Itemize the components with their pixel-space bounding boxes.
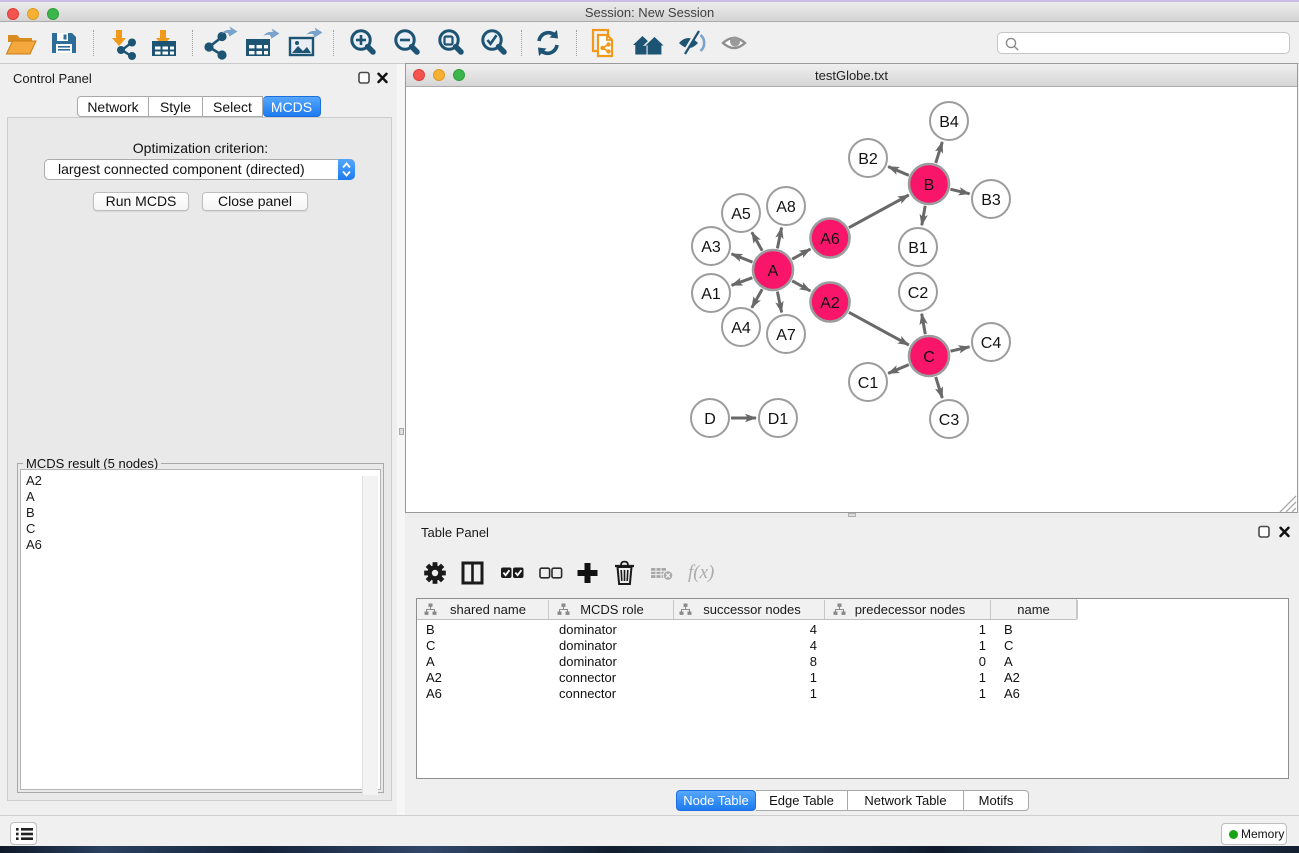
svg-text:C: C (923, 349, 935, 366)
svg-text:A: A (768, 263, 779, 280)
svg-text:A6: A6 (820, 231, 840, 248)
svg-text:A5: A5 (731, 206, 751, 223)
svg-text:B4: B4 (939, 114, 959, 131)
svg-text:B3: B3 (981, 192, 1001, 209)
svg-text:C2: C2 (908, 285, 929, 302)
svg-text:A2: A2 (820, 295, 840, 312)
svg-text:C4: C4 (981, 335, 1002, 352)
svg-text:A3: A3 (701, 239, 721, 256)
svg-text:B2: B2 (858, 151, 878, 168)
svg-text:D1: D1 (768, 411, 789, 428)
svg-text:B1: B1 (908, 240, 928, 257)
svg-text:D: D (704, 411, 716, 428)
svg-text:A1: A1 (701, 286, 721, 303)
svg-text:A7: A7 (776, 327, 796, 344)
svg-text:A4: A4 (731, 320, 751, 337)
svg-text:C3: C3 (939, 412, 960, 429)
svg-text:B: B (924, 177, 935, 194)
svg-text:A8: A8 (776, 199, 796, 216)
svg-text:C1: C1 (858, 375, 879, 392)
